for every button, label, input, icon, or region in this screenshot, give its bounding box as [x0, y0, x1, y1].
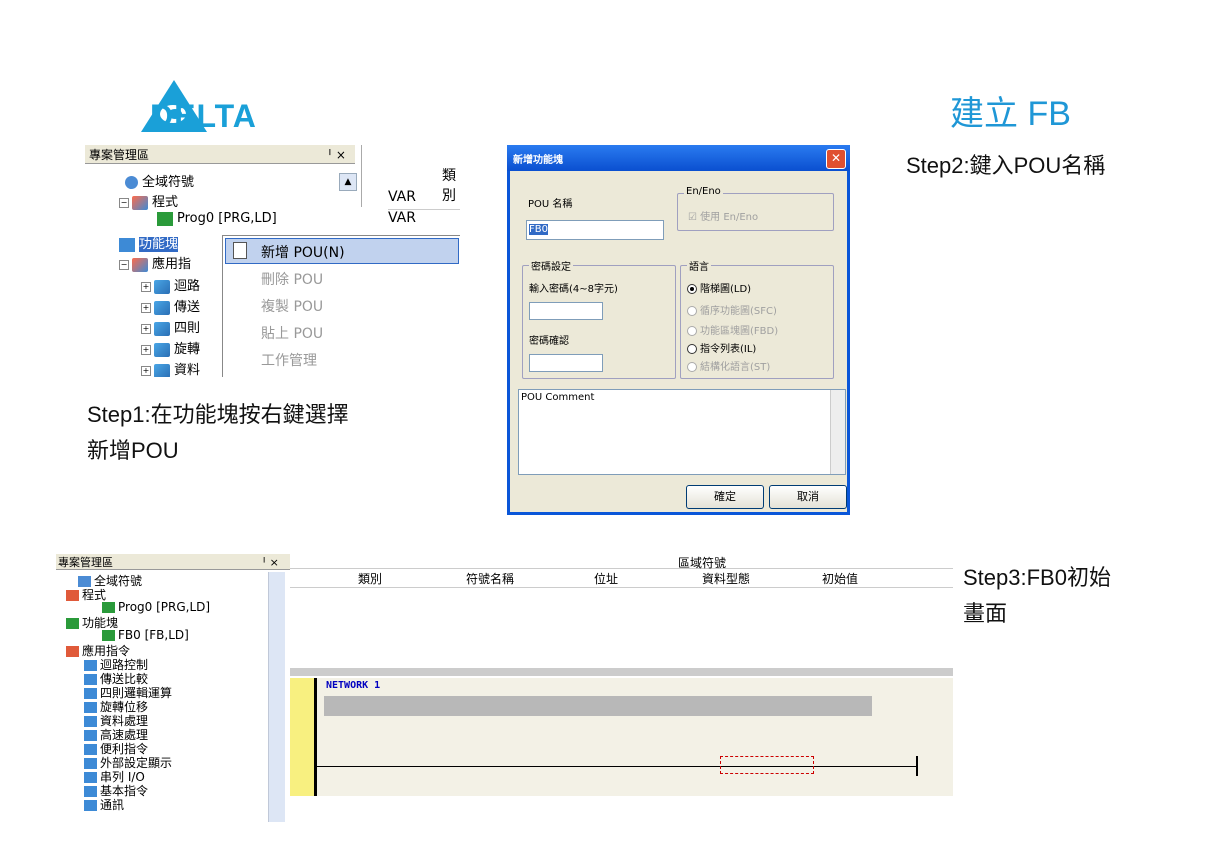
close-icon[interactable]: ✕ [826, 149, 846, 169]
menu-copy-pou[interactable]: 複製 POU [261, 296, 323, 316]
panel2-titlebar: 專案管理區 ᅵ × [56, 554, 290, 570]
pou-name-input[interactable]: FB0 [526, 220, 664, 240]
tree-rotate[interactable]: + 旋轉 [141, 338, 200, 357]
panel-title: 專案管理區 [89, 148, 150, 162]
comment-scrollbar[interactable] [830, 390, 845, 474]
delta-logo-text: DELTA [150, 98, 257, 134]
password-group: 密碼設定 輸入密碼(4~8字元) 密碼確認 [522, 258, 676, 379]
dialog-title: 新增功能塊 [513, 155, 563, 166]
tree-icon [84, 800, 97, 811]
col-symbol-name: 符號名稱 [466, 572, 515, 586]
step1-text: Step1:在功能塊按右鍵選擇 新增POU [87, 402, 349, 463]
tree3-item[interactable]: FB0 [FB,LD] [102, 628, 189, 642]
password-confirm-label: 密碼確認 [529, 336, 569, 347]
program-icon [132, 195, 148, 210]
lang-fbd[interactable]: 功能區塊圖(FBD) [687, 322, 778, 337]
cube-icon [154, 300, 170, 315]
context-menu: 新增 POU(N) 刪除 POU 複製 POU 貼上 POU 工作管理 [222, 235, 460, 377]
cube-icon [154, 363, 170, 377]
tree3-item[interactable]: 程式 [66, 586, 106, 603]
local-symbols-header: 區域符號 [290, 554, 953, 570]
document-icon [233, 242, 247, 259]
menu-paste-pou[interactable]: 貼上 POU [261, 323, 323, 343]
pin-close-icons[interactable]: ᅵ × [321, 146, 346, 163]
pou-comment-textarea[interactable]: POU Comment [518, 389, 846, 475]
right-rail [916, 756, 918, 776]
tree-icon [66, 646, 79, 657]
editor-area: 區域符號 類別 符號名稱 位址 資料型態 初始值 NETWORK 1 [290, 554, 953, 822]
password-confirm-input[interactable] [529, 354, 603, 372]
col-type: 類別 [442, 168, 456, 204]
en-eno-group: En/Eno ☑ 使用 En/Eno [677, 186, 834, 231]
scroll-up-icon[interactable]: ▲ [339, 173, 357, 191]
en-eno-checkbox[interactable]: ☑ 使用 En/Eno [688, 208, 758, 223]
panel-titlebar: 專案管理區 ᅵ × [85, 145, 355, 164]
tree3-item[interactable]: Prog0 [PRG,LD] [102, 600, 210, 614]
cancel-button[interactable]: 取消 [769, 485, 847, 509]
tree-scrollbar[interactable] [268, 572, 285, 822]
col-initial-value: 初始值 [822, 572, 859, 586]
cube-icon [154, 342, 170, 357]
tree-data[interactable]: + 資料 [141, 359, 200, 377]
password-label: 輸入密碼(4~8字元) [529, 284, 618, 295]
tree-prog0[interactable]: Prog0 [PRG,LD] [157, 211, 277, 226]
pou-name-label: POU 名稱 [528, 199, 573, 210]
tree-global-symbols[interactable]: 全域符號 [125, 171, 194, 190]
col-address: 位址 [594, 572, 619, 586]
tree-program[interactable]: − 程式 [119, 191, 178, 210]
tree-icon [66, 590, 79, 601]
tree3-item[interactable]: 通訊 [84, 796, 124, 813]
ladder-rung [317, 766, 917, 767]
network-label: NETWORK 1 [326, 680, 381, 691]
panel2-title: 專案管理區 [58, 556, 113, 569]
tree-icon [102, 630, 115, 641]
tree-loop[interactable]: + 迴路 [141, 275, 200, 294]
lang-il[interactable]: 指令列表(IL) [687, 340, 756, 355]
cube-icon [154, 321, 170, 336]
language-group: 語言 階梯圖(LD) 循序功能圖(SFC) 功能區塊圖(FBD) 指令列表(IL… [680, 258, 834, 379]
cube-icon [154, 279, 170, 294]
lang-ld[interactable]: 階梯圖(LD) [687, 280, 751, 295]
tree-icon [66, 618, 79, 629]
tree-icon [102, 602, 115, 613]
lang-sfc[interactable]: 循序功能圖(SFC) [687, 302, 777, 317]
ok-button[interactable]: 確定 [686, 485, 764, 509]
cursor-box[interactable] [720, 756, 814, 774]
step2-text: Step2:鍵入POU名稱 [906, 153, 1106, 178]
step3-text: Step3:FB0初始 畫面 [963, 565, 1111, 626]
network-comment-bar[interactable] [324, 696, 872, 716]
globe-icon [125, 176, 138, 189]
project-manager-panel: 專案管理區 ᅵ × 類別 VAR VAR ▲ 全域符號 − 程式 Prog0 [P… [85, 145, 460, 377]
password-input[interactable] [529, 302, 603, 320]
tree-arith[interactable]: + 四則 [141, 317, 200, 336]
tree-app-instructions[interactable]: − 應用指 [119, 253, 191, 272]
col-data-type: 資料型態 [702, 572, 751, 586]
page-title: 建立 FB [950, 95, 1071, 133]
dialog-titlebar: 新增功能塊 ✕ [507, 145, 850, 171]
new-fb-dialog: 新增功能塊 ✕ POU 名稱 FB0 En/Eno ☑ 使用 En/Eno 密碼… [507, 145, 850, 515]
lang-st[interactable]: 結構化語言(ST) [687, 358, 770, 373]
splitter-bar[interactable] [290, 668, 953, 676]
tree-function-block[interactable]: 功能塊 [119, 233, 179, 252]
var-row-1: VAR [388, 189, 416, 205]
tree-view: 全域符號 程式 Prog0 [PRG,LD] 功能塊 FB0 [FB,LD] 應用指令 迴路… [56, 570, 266, 822]
fb-icon [119, 237, 135, 252]
col-category: 類別 [358, 572, 383, 586]
var-row-2: VAR [388, 209, 460, 226]
var-grid: 類別 VAR VAR [361, 145, 460, 226]
menu-task-mgmt[interactable]: 工作管理 [261, 350, 317, 370]
app-icon [132, 257, 148, 272]
pin-close-icons[interactable]: ᅵ × [256, 554, 279, 570]
ladder-icon [157, 211, 173, 226]
menu-delete-pou[interactable]: 刪除 POU [261, 269, 323, 289]
left-power-rail [290, 678, 314, 796]
tree-transfer[interactable]: + 傳送 [141, 296, 200, 315]
menu-new-pou-label[interactable]: 新增 POU(N) [261, 242, 345, 262]
